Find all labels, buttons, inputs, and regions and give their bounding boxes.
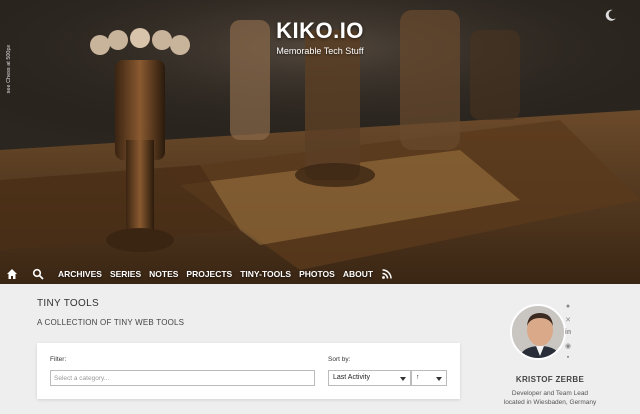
nav-series[interactable]: SERIES bbox=[110, 264, 141, 284]
site-title[interactable]: KIKO.IO bbox=[0, 18, 640, 44]
nav-rss[interactable] bbox=[381, 264, 399, 284]
profile-name: KRISTOF ZERBE bbox=[515, 375, 585, 384]
photo-credit[interactable]: see Chess at 500px bbox=[2, 36, 12, 106]
dark-mode-toggle-icon[interactable] bbox=[604, 8, 618, 22]
search-icon bbox=[32, 268, 44, 280]
nav-archives[interactable]: ARCHIVES bbox=[58, 264, 102, 284]
nav-home[interactable] bbox=[6, 264, 24, 284]
nav-notes[interactable]: NOTES bbox=[149, 264, 178, 284]
chat-icon[interactable]: ▪ bbox=[563, 354, 573, 364]
location-icon[interactable]: ◉ bbox=[563, 342, 573, 352]
main-navigation: ARCHIVES SERIES NOTES PROJECTS TINY-TOOL… bbox=[0, 264, 407, 284]
sort-label: Sort by: bbox=[328, 356, 351, 363]
site-subtitle: Memorable Tech Stuff bbox=[276, 46, 364, 56]
sort-direction-value: ↑ bbox=[416, 374, 420, 381]
nav-about[interactable]: ABOUT bbox=[343, 264, 373, 284]
profile-location: located in Wiesbaden, Germany bbox=[503, 399, 597, 406]
github-icon[interactable]: ● bbox=[563, 303, 573, 313]
photo-credit-text[interactable]: see Chess at 500px bbox=[6, 34, 12, 104]
sort-select-value: Last Activity bbox=[333, 374, 370, 381]
profile-description: Developer and Team Lead located in Wiesb… bbox=[480, 389, 620, 407]
rss-icon bbox=[382, 269, 392, 279]
nav-photos[interactable]: PHOTOS bbox=[299, 264, 335, 284]
hero-banner: KIKO.IO Memorable Tech Stuff see Chess a… bbox=[0, 0, 640, 284]
sort-select[interactable]: Last Activity bbox=[328, 370, 411, 386]
chevron-down-icon bbox=[436, 377, 442, 381]
profile-photo bbox=[512, 306, 564, 358]
nav-tiny-tools[interactable]: TINY-TOOLS bbox=[240, 264, 291, 284]
filter-card: Filter: Select a category... Sort by: La… bbox=[37, 343, 460, 399]
xing-icon[interactable]: ✕ bbox=[563, 316, 573, 326]
filter-label: Filter: bbox=[50, 356, 67, 363]
linkedin-icon[interactable]: in bbox=[563, 329, 573, 339]
category-filter-input[interactable]: Select a category... bbox=[50, 370, 315, 386]
sort-direction-select[interactable]: ↑ bbox=[411, 370, 447, 386]
home-icon bbox=[7, 269, 17, 279]
nav-projects[interactable]: PROJECTS bbox=[186, 264, 232, 284]
profile-role: Developer and Team Lead bbox=[511, 390, 589, 397]
page-title: TINY TOOLS bbox=[37, 298, 99, 309]
page-subtitle: A COLLECTION OF TINY WEB TOOLS bbox=[37, 318, 185, 327]
category-filter-placeholder: Select a category... bbox=[54, 375, 110, 382]
avatar bbox=[510, 304, 566, 360]
nav-search[interactable] bbox=[32, 264, 50, 284]
chevron-down-icon bbox=[400, 377, 406, 381]
